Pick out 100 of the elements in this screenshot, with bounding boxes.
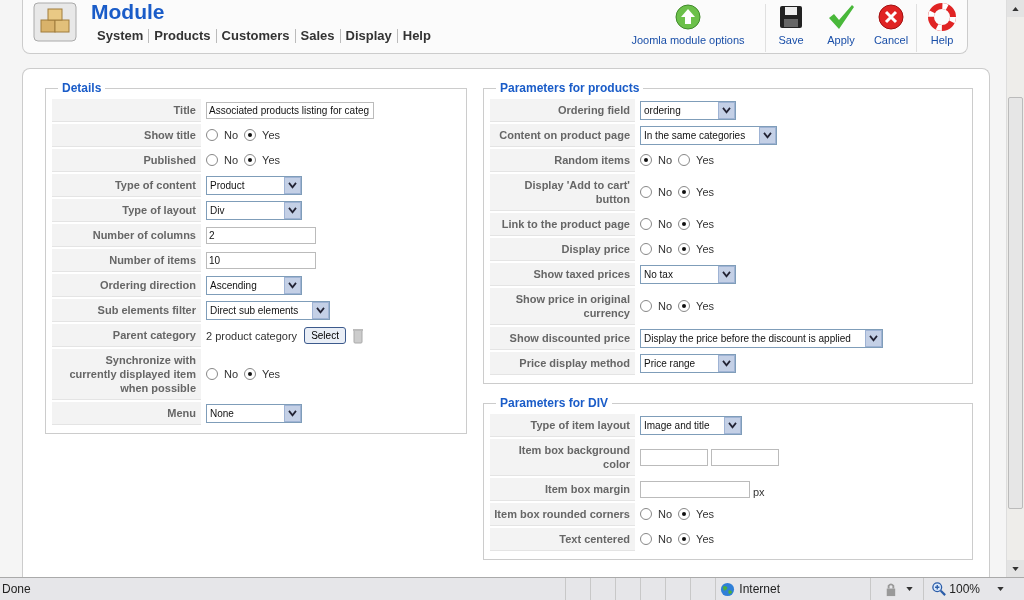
zone-label: Internet — [739, 582, 780, 596]
color-field[interactable] — [640, 449, 708, 466]
caret-icon[interactable] — [997, 587, 1004, 591]
radio-button[interactable] — [678, 242, 691, 255]
radio-label: No — [658, 299, 673, 312]
color-field[interactable] — [711, 449, 779, 466]
select-button[interactable]: Select — [304, 327, 346, 344]
radio-button[interactable] — [206, 128, 218, 141]
radio-label: Yes — [696, 217, 714, 230]
radio-button[interactable] — [206, 367, 218, 380]
caret-icon — [722, 360, 731, 367]
radio-button[interactable] — [678, 153, 691, 166]
field-label: Show taxed prices — [490, 263, 635, 286]
field-label: Sub elements filter — [52, 299, 201, 322]
radio-label: No — [658, 242, 673, 255]
radio-button[interactable] — [678, 185, 691, 198]
radio-button[interactable] — [640, 153, 652, 166]
caret-icon[interactable] — [906, 587, 914, 591]
help-button[interactable]: Help — [917, 0, 967, 46]
radio-label: Yes — [262, 128, 280, 141]
radio-button[interactable] — [640, 532, 652, 545]
fieldset-legend: Parameters for DIV — [496, 396, 613, 410]
close-icon — [877, 3, 905, 31]
radio-label: Yes — [696, 299, 714, 312]
radio-button[interactable] — [678, 217, 691, 230]
caret-icon — [763, 132, 773, 139]
select-dropdown[interactable]: Direct sub elements — [206, 301, 331, 320]
select-dropdown[interactable]: Display the price before the discount is applied — [640, 329, 883, 348]
module-box-icon — [33, 2, 77, 42]
menu-item[interactable]: Help — [402, 28, 431, 43]
caret-icon — [868, 335, 878, 342]
field-label: Published — [52, 149, 201, 172]
field-label: Ordering direction — [52, 274, 201, 297]
cancel-button[interactable]: Cancel — [866, 0, 916, 46]
field-label: Type of layout — [52, 199, 201, 222]
radio-button[interactable] — [640, 299, 652, 312]
field-label: Type of item layout — [490, 414, 635, 437]
radio-button[interactable] — [640, 242, 652, 255]
field-label: Display 'Add to cart' button — [490, 174, 635, 211]
field-label: Menu — [52, 402, 201, 425]
field-label: Title — [52, 99, 201, 122]
zoom-level[interactable]: 100% — [949, 582, 980, 596]
text-field[interactable]: 2 — [206, 227, 316, 244]
menu-item[interactable]: System — [97, 28, 144, 43]
radio-label: No — [224, 153, 239, 166]
select-dropdown[interactable]: Div — [206, 201, 302, 220]
zoom-icon[interactable] — [932, 582, 947, 596]
text-field[interactable]: 10 — [206, 252, 316, 269]
field-label: Text centered — [490, 528, 635, 551]
select-dropdown[interactable]: Image and title — [640, 416, 742, 435]
lifebuoy-icon — [928, 3, 956, 31]
caret-icon — [722, 107, 731, 114]
radio-label: Yes — [262, 153, 280, 166]
select-dropdown[interactable]: Price range — [640, 354, 736, 373]
options-button[interactable]: Joomla module options — [623, 0, 753, 46]
field-label: Display price — [490, 238, 635, 261]
menu-item[interactable]: Display — [345, 28, 392, 43]
trash-icon[interactable] — [352, 327, 363, 344]
scroll-down-icon[interactable] — [1012, 566, 1019, 571]
radio-button[interactable] — [244, 128, 257, 141]
radio-label: Yes — [696, 153, 714, 166]
radio-button[interactable] — [640, 507, 652, 520]
globe-icon — [720, 581, 736, 597]
field-label: Show price in original currency — [490, 288, 635, 325]
radio-button[interactable] — [206, 153, 218, 166]
caret-icon — [722, 271, 731, 278]
text-field[interactable]: Associated products listing for categ — [206, 102, 374, 119]
radio-button[interactable] — [678, 532, 691, 545]
radio-button[interactable] — [678, 299, 691, 312]
unit-label: px — [753, 486, 765, 498]
menu-item[interactable]: Products — [154, 28, 211, 43]
select-dropdown[interactable]: Product — [206, 176, 302, 195]
radio-label: Yes — [696, 242, 714, 255]
menu-item[interactable]: Sales — [300, 28, 335, 43]
radio-label: No — [224, 128, 239, 141]
caret-icon — [288, 282, 297, 289]
radio-label: Yes — [696, 532, 714, 545]
caret-icon — [288, 182, 297, 189]
radio-button[interactable] — [678, 507, 691, 520]
select-dropdown[interactable]: ordering — [640, 101, 736, 120]
field-label: Number of items — [52, 249, 201, 272]
save-icon — [777, 3, 805, 31]
margin-field[interactable] — [640, 481, 750, 498]
radio-button[interactable] — [244, 367, 257, 380]
scroll-up-icon[interactable] — [1012, 6, 1019, 11]
select-dropdown[interactable]: In the same categories — [640, 126, 778, 145]
radio-button[interactable] — [640, 185, 652, 198]
radio-button[interactable] — [244, 153, 257, 166]
apply-button[interactable]: Apply — [816, 0, 866, 46]
menu-item[interactable]: Customers — [221, 28, 290, 43]
radio-label: No — [658, 507, 673, 520]
radio-button[interactable] — [640, 217, 652, 230]
select-dropdown[interactable]: None — [206, 404, 302, 423]
save-button[interactable]: Save — [766, 0, 816, 46]
field-label: Parent category — [52, 324, 201, 347]
scrollbar[interactable] — [1006, 0, 1024, 577]
select-dropdown[interactable]: Ascending — [206, 276, 302, 295]
field-label: Random items — [490, 149, 635, 172]
page-title: Module — [91, 0, 166, 24]
select-dropdown[interactable]: No tax — [640, 265, 736, 284]
